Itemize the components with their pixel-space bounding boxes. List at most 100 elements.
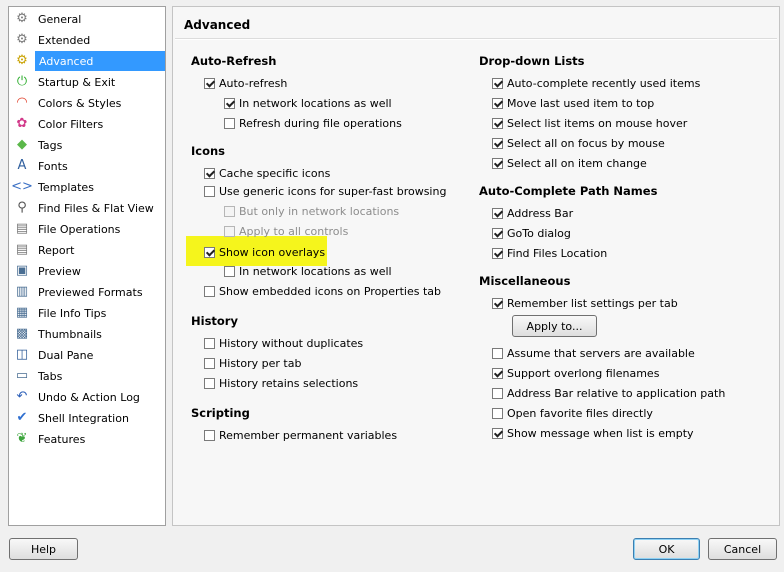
checkbox-box[interactable] [224,117,235,129]
sidebar-item-find-files-flat-view[interactable]: ⚲ Find Files & Flat View [11,198,165,218]
checkbox-label: History without duplicates [219,336,364,350]
checkbox-box[interactable] [492,227,503,239]
ok-button[interactable]: OK [633,538,700,560]
checkbox-address-bar-relative-to-application-path[interactable]: Address Bar relative to application path [492,384,725,402]
section-auto-refresh: Auto-Refresh [191,54,277,68]
checkbox-cache-specific-icons[interactable]: Cache specific icons [204,164,330,182]
checkbox-label: In network locations as well [239,96,392,110]
sidebar-item-undo-action-log[interactable]: ↶ Undo & Action Log [11,387,165,407]
checkbox-box[interactable] [204,377,215,389]
checkbox-box[interactable] [492,117,503,129]
checkbox-auto-refresh[interactable]: Auto-refresh [204,74,287,92]
checkbox-auto-complete-recently-used-items[interactable]: Auto-complete recently used items [492,74,700,92]
cancel-button[interactable]: Cancel [708,538,777,560]
sidebar-item-label: Report [38,243,75,257]
sidebar-item-label: File Info Tips [38,306,107,320]
checkbox-in-network-locations-as-well[interactable]: In network locations as well [224,262,392,280]
checkbox-remember-permanent-variables[interactable]: Remember permanent variables [204,426,397,444]
help-button[interactable]: Help [9,538,78,560]
sidebar-item-tabs[interactable]: ▭ Tabs [11,366,165,386]
checkbox-box[interactable] [204,337,215,349]
checkbox-box[interactable] [204,77,215,89]
sidebar-item-general[interactable]: ⚙ General [11,9,165,29]
checkbox-label: Use generic icons for super-fast browsin… [219,184,447,198]
sidebar-item-thumbnails[interactable]: ▩ Thumbnails [11,324,165,344]
sidebar-item-advanced[interactable]: ⚙ Advanced [11,51,165,71]
sidebar-item-label: Undo & Action Log [38,390,140,404]
checkbox-find-files-location[interactable]: Find Files Location [492,244,607,262]
checkbox-box[interactable] [492,407,503,419]
checkbox-history-per-tab[interactable]: History per tab [204,354,301,372]
sidebar-item-file-info-tips[interactable]: ▦ File Info Tips [11,303,165,323]
checkbox-history-without-duplicates[interactable]: History without duplicates [204,334,363,352]
checkbox-box[interactable] [204,167,215,179]
checkbox-label: Address Bar relative to application path [507,386,726,400]
checkbox-box[interactable] [492,157,503,169]
checkbox-box[interactable] [204,357,215,369]
section-icons: Icons [191,144,226,158]
checkbox-select-list-items-on-mouse-hover[interactable]: Select list items on mouse hover [492,114,687,132]
checkbox-label: Auto-refresh [219,76,288,90]
checkbox-box[interactable] [492,387,503,399]
section-history: History [191,314,238,328]
sidebar-item-fonts[interactable]: A Fonts [11,156,165,176]
checkbox-label: Find Files Location [507,246,608,260]
checkbox-goto-dialog[interactable]: GoTo dialog [492,224,571,242]
section-autocomplete-paths: Auto-Complete Path Names [479,184,658,198]
checkbox-select-all-on-focus-by-mouse[interactable]: Select all on focus by mouse [492,134,665,152]
checkbox-box [224,205,235,217]
checkbox-box[interactable] [492,247,503,259]
checkbox-box[interactable] [492,137,503,149]
checkbox-support-overlong-filenames[interactable]: Support overlong filenames [492,364,659,382]
color-filter-icon: ✿ [16,116,28,131]
checkbox-box[interactable] [204,246,215,258]
checkbox-label: Auto-complete recently used items [507,76,701,90]
sidebar-item-features[interactable]: ❦ Features [11,429,165,449]
checkbox-in-network-locations-as-well[interactable]: In network locations as well [224,94,392,112]
checkbox-label: Apply to all controls [239,224,349,238]
sidebar-item-file-operations[interactable]: ▤ File Operations [11,219,165,239]
checkbox-show-embedded-icons-on-properties-tab[interactable]: Show embedded icons on Properties tab [204,282,441,300]
checkmark-icon: ✔ [16,410,28,425]
checkbox-label: Remember list settings per tab [507,296,678,310]
sidebar-item-extended[interactable]: ⚙ Extended [11,30,165,50]
sidebar-item-colors-styles[interactable]: ◠ Colors & Styles [11,93,165,113]
sidebar-item-preview[interactable]: ▣ Preview [11,261,165,281]
checkbox-box[interactable] [204,185,215,197]
checkbox-use-generic-icons-for-super-fast-browsing[interactable]: Use generic icons for super-fast browsin… [204,182,446,200]
checkbox-assume-that-servers-are-available[interactable]: Assume that servers are available [492,344,695,362]
checkbox-history-retains-selections[interactable]: History retains selections [204,374,358,392]
sidebar-item-dual-pane[interactable]: ◫ Dual Pane [11,345,165,365]
sidebar-item-tags[interactable]: ◆ Tags [11,135,165,155]
checkbox-show-icon-overlays[interactable]: Show icon overlays [204,243,325,261]
apply-to-button[interactable]: Apply to... [512,315,597,337]
checkbox-address-bar[interactable]: Address Bar [492,204,573,222]
checkbox-label: Show embedded icons on Properties tab [219,284,441,298]
checkbox-box[interactable] [492,347,503,359]
checkbox-box[interactable] [224,265,235,277]
checkbox-open-favorite-files-directly[interactable]: Open favorite files directly [492,404,653,422]
checkbox-box[interactable] [204,285,215,297]
checkbox-box[interactable] [224,97,235,109]
checkbox-box[interactable] [492,297,503,309]
sidebar-item-color-filters[interactable]: ✿ Color Filters [11,114,165,134]
checkbox-refresh-during-file-operations[interactable]: Refresh during file operations [224,114,402,132]
checkbox-remember-list-settings-per-tab[interactable]: Remember list settings per tab [492,294,678,312]
options-nav-list[interactable]: ⚙ General ⚙ Extended ⚙ Advanced ⏻ Startup & Exi… [8,6,166,526]
checkbox-box[interactable] [204,429,215,441]
sidebar-item-templates[interactable]: <> Templates [11,177,165,197]
checkbox-select-all-on-item-change[interactable]: Select all on item change [492,154,647,172]
sidebar-item-shell-integration[interactable]: ✔ Shell Integration [11,408,165,428]
tag-icon: ◆ [17,137,27,152]
checkbox-box[interactable] [492,207,503,219]
sidebar-item-previewed-formats[interactable]: ▥ Previewed Formats [11,282,165,302]
sidebar-item-startup-exit[interactable]: ⏻ Startup & Exit [11,72,165,92]
sidebar-item-label: Tabs [38,369,63,383]
checkbox-box[interactable] [492,77,503,89]
checkbox-show-message-when-list-is-empty[interactable]: Show message when list is empty [492,424,694,442]
checkbox-box[interactable] [492,97,503,109]
sidebar-item-report[interactable]: ▤ Report [11,240,165,260]
checkbox-move-last-used-item-to-top[interactable]: Move last used item to top [492,94,654,112]
checkbox-box[interactable] [492,427,503,439]
checkbox-box[interactable] [492,367,503,379]
